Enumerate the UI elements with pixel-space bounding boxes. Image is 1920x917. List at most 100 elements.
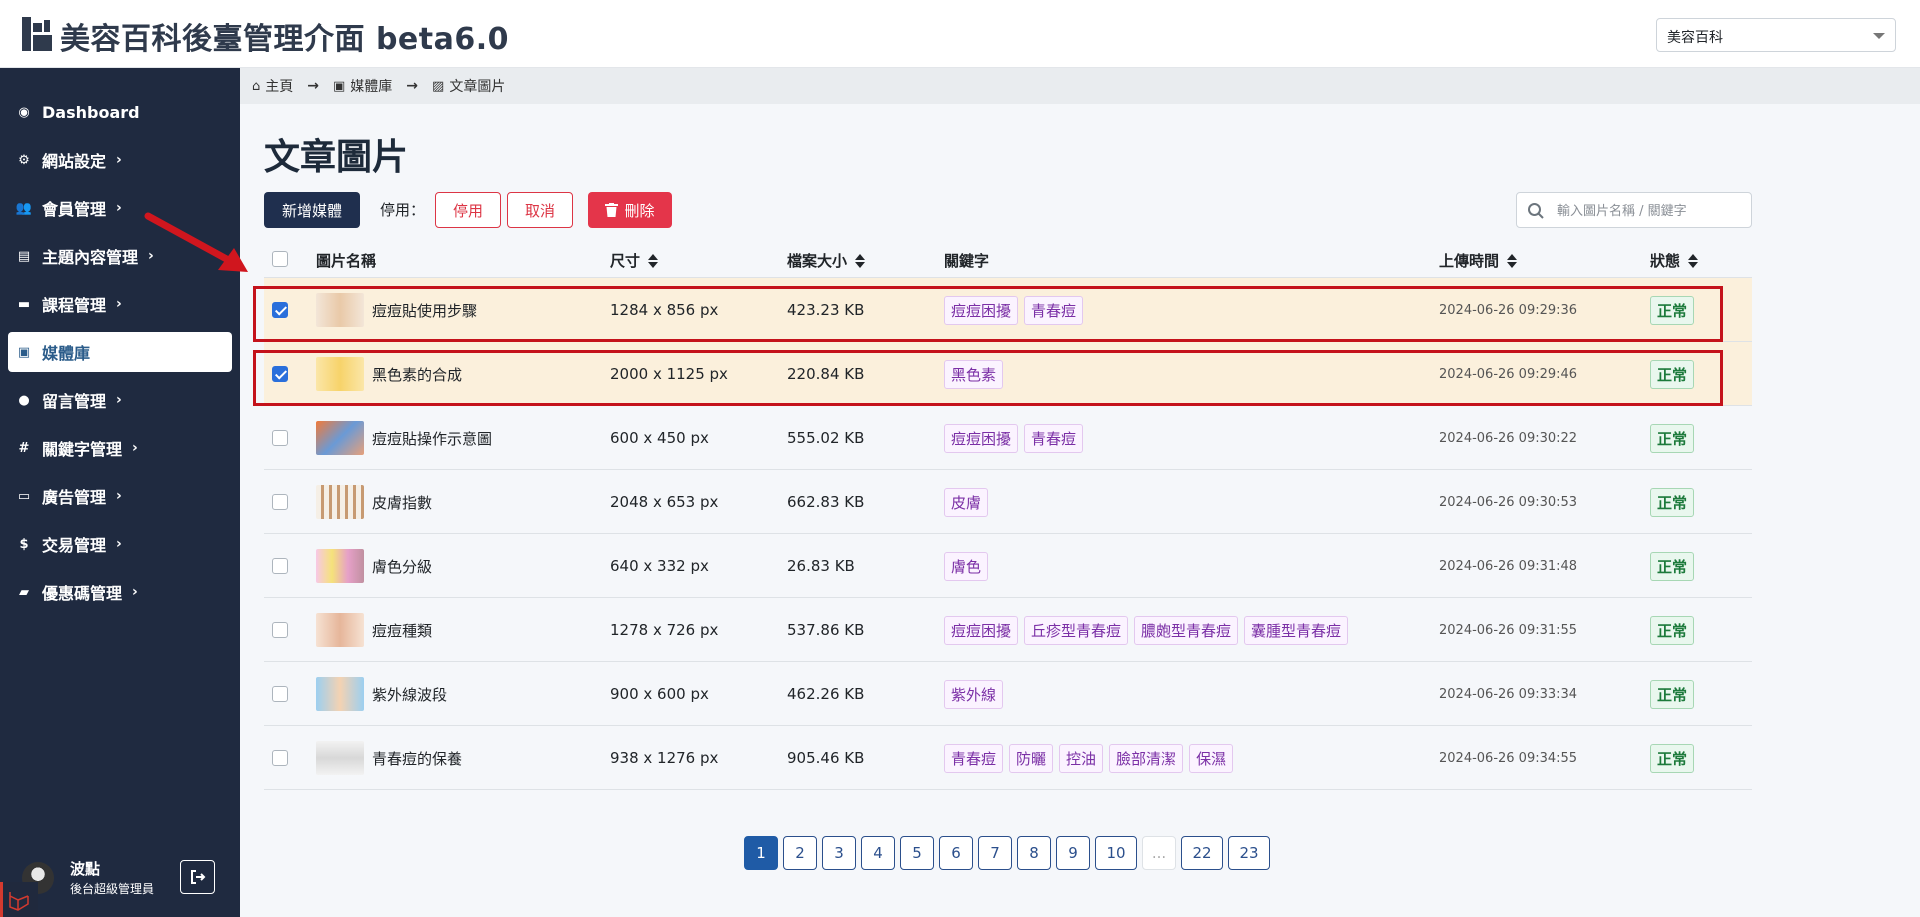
sort-icon[interactable] <box>648 253 659 268</box>
keyword-tag[interactable]: 膚色 <box>944 551 989 581</box>
sort-icon[interactable] <box>1507 253 1518 268</box>
sidebar-item[interactable]: ▭ 廣告管理 › <box>8 476 232 516</box>
table-row[interactable]: 紫外線波段 900 x 600 px 462.26 KB 紫外線 2024-06-26 … <box>264 662 1752 726</box>
row-checkbox[interactable] <box>272 750 288 766</box>
keyword-tag[interactable]: 青春痘 <box>1024 423 1084 453</box>
column-header-upload-time[interactable]: 上傳時間 <box>1439 250 1518 271</box>
row-checkbox-cell <box>272 406 288 470</box>
image-thumbnail[interactable] <box>316 485 364 519</box>
keywords-cell: 膚色 <box>944 534 994 598</box>
chevron-right-icon: › <box>132 584 138 600</box>
image-size: 2048 x 653 px <box>610 493 719 511</box>
table-row[interactable]: 痘痘貼操作示意圖 600 x 450 px 555.02 KB 痘痘困擾 青春痘 2024… <box>264 406 1752 470</box>
keyword-tag[interactable]: 紫外線 <box>944 679 1004 709</box>
delete-button[interactable]: 刪除 <box>588 192 672 228</box>
keyword-tag[interactable]: 青春痘 <box>944 743 1004 773</box>
page-button[interactable]: 10 <box>1095 836 1137 870</box>
search-box[interactable] <box>1516 192 1752 228</box>
keyword-tag[interactable]: 保濕 <box>1189 743 1234 773</box>
status-badge[interactable]: 正常 <box>1650 615 1695 645</box>
sidebar-item[interactable]: # 關鍵字管理 › <box>8 428 232 468</box>
page-button[interactable]: 2 <box>783 836 817 870</box>
images-icon: ▣ <box>17 344 31 360</box>
image-thumbnail[interactable] <box>316 741 364 775</box>
column-header-label: 上傳時間 <box>1439 252 1500 270</box>
keyword-tag[interactable]: 痘痘困擾 <box>944 423 1019 453</box>
keyword-tag[interactable]: 囊腫型青春痘 <box>1244 615 1349 645</box>
column-header-label: 狀態 <box>1650 252 1681 270</box>
status-badge[interactable]: 正常 <box>1650 551 1695 581</box>
image-thumbnail[interactable] <box>316 549 364 583</box>
breadcrumb-media-library[interactable]: ▣ 媒體庫 <box>333 76 392 96</box>
keyword-tag[interactable]: 丘疹型青春痘 <box>1024 615 1129 645</box>
image-thumbnail[interactable] <box>316 613 364 647</box>
image-name-cell: 青春痘的保養 <box>316 726 462 790</box>
sidebar-item[interactable]: ⚙ 網站設定 › <box>8 140 232 180</box>
select-all-checkbox[interactable] <box>272 251 288 267</box>
laravel-debugbar-icon[interactable] <box>0 882 38 917</box>
search-icon <box>1528 203 1544 219</box>
page-button[interactable]: 1 <box>744 836 778 870</box>
page-button[interactable]: 22 <box>1181 836 1223 870</box>
add-media-button[interactable]: 新增媒體 <box>264 192 360 228</box>
status-badge[interactable]: 正常 <box>1650 487 1695 517</box>
row-checkbox[interactable] <box>272 430 288 446</box>
breadcrumb-home[interactable]: ⌂ 主頁 <box>252 76 293 96</box>
page-button[interactable]: 9 <box>1056 836 1090 870</box>
sidebar-item[interactable]: $ 交易管理 › <box>8 524 232 564</box>
sort-icon[interactable] <box>855 253 866 268</box>
column-header-size[interactable]: 尺寸 <box>610 250 659 271</box>
page-button[interactable]: 3 <box>822 836 856 870</box>
column-header-name: 圖片名稱 <box>316 250 376 271</box>
file-size: 462.26 KB <box>787 685 865 703</box>
row-checkbox[interactable] <box>272 622 288 638</box>
sidebar-item-label: 留言管理 <box>42 392 107 411</box>
image-thumbnail[interactable] <box>316 421 364 455</box>
row-checkbox[interactable] <box>272 558 288 574</box>
keyword-tag[interactable]: 防曬 <box>1009 743 1054 773</box>
table-row[interactable]: 膚色分級 640 x 332 px 26.83 KB 膚色 2024-06-26 09:… <box>264 534 1752 598</box>
page-button[interactable]: 5 <box>900 836 934 870</box>
site-select-value: 美容百科 <box>1667 30 1723 46</box>
sidebar-item[interactable]: ◉ Dashboard <box>8 92 232 132</box>
page-ellipsis: ... <box>1142 836 1176 870</box>
page-button[interactable]: 4 <box>861 836 895 870</box>
column-header-status[interactable]: 狀態 <box>1650 250 1699 271</box>
page-button[interactable]: 6 <box>939 836 973 870</box>
image-name-cell: 皮膚指數 <box>316 470 432 534</box>
keyword-tag[interactable]: 控油 <box>1059 743 1104 773</box>
sort-icon[interactable] <box>1688 253 1699 268</box>
logout-button[interactable] <box>180 860 215 894</box>
sidebar-item[interactable]: ● 留言管理 › <box>8 380 232 420</box>
keyword-tag[interactable]: 臉部清潔 <box>1109 743 1184 773</box>
status-badge[interactable]: 正常 <box>1650 423 1695 453</box>
table-row[interactable]: 青春痘的保養 938 x 1276 px 905.46 KB 青春痘 防曬 控油 臉部清潔保… <box>264 726 1752 790</box>
table-row[interactable]: 皮膚指數 2048 x 653 px 662.83 KB 皮膚 2024-06-26 0… <box>264 470 1752 534</box>
row-checkbox[interactable] <box>272 686 288 702</box>
keyword-tag[interactable]: 膿皰型青春痘 <box>1134 615 1239 645</box>
page-button[interactable]: 8 <box>1017 836 1051 870</box>
breadcrumb-current: ▨ 文章圖片 <box>432 76 505 96</box>
sidebar-item[interactable]: ▣ 媒體庫 <box>8 332 232 372</box>
keyword-tag[interactable]: 痘痘困擾 <box>944 615 1019 645</box>
page-button[interactable]: 7 <box>978 836 1012 870</box>
breadcrumb-label: 主頁 <box>265 79 294 95</box>
search-input[interactable] <box>1557 199 1745 223</box>
keyword-tag[interactable]: 皮膚 <box>944 487 989 517</box>
status-badge[interactable]: 正常 <box>1650 743 1695 773</box>
upload-time: 2024-06-26 09:30:22 <box>1439 430 1578 446</box>
image-size: 938 x 1276 px <box>610 749 719 767</box>
page-button[interactable]: 23 <box>1228 836 1270 870</box>
disable-button[interactable]: 停用 <box>435 192 501 228</box>
table-row[interactable]: 痘痘種類 1278 x 726 px 537.86 KB 痘痘困擾 丘疹型青春痘 膿皰型青… <box>264 598 1752 662</box>
cancel-button[interactable]: 取消 <box>507 192 573 228</box>
site-select[interactable]: 美容百科 <box>1656 18 1896 52</box>
image-thumbnail[interactable] <box>316 677 364 711</box>
column-header-filesize[interactable]: 檔案大小 <box>787 250 866 271</box>
sidebar-item[interactable]: ▰ 優惠碼管理 › <box>8 572 232 612</box>
status-badge[interactable]: 正常 <box>1650 679 1695 709</box>
sidebar-item[interactable]: ▬ 課程管理 › <box>8 284 232 324</box>
row-checkbox[interactable] <box>272 494 288 510</box>
image-size: 900 x 600 px <box>610 685 709 703</box>
sidebar: ◉ Dashboard ⚙ 網站設定 › 👥 會員管理 › ▤ 主題內容管理 › ▬ 課程管理 › ▣ 媒體庫… <box>0 68 240 917</box>
